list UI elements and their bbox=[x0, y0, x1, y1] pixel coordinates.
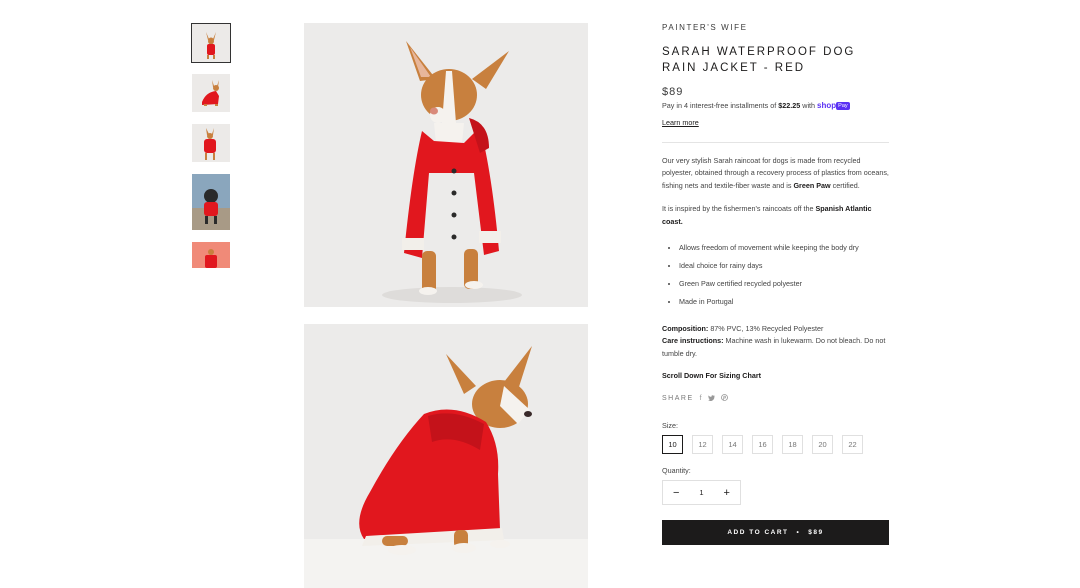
product-title: SARAH WATERPROOF DOG RAIN JACKET - RED bbox=[662, 46, 856, 74]
black-dog-outdoor-image bbox=[192, 174, 230, 230]
composition-care: Composition: 87% PVC, 13% Recycled Polye… bbox=[662, 323, 889, 360]
product-info: PAINTER'S WIFE SARAH WATERPROOF DOG RAIN… bbox=[662, 23, 889, 546]
add-to-cart-price: $89 bbox=[808, 529, 824, 537]
thumbnail-2[interactable] bbox=[191, 73, 231, 113]
feature-item: Made in Portugal bbox=[679, 293, 889, 311]
feature-item: Green Paw certified recycled polyester bbox=[679, 275, 889, 293]
size-option-14[interactable]: 14 bbox=[722, 435, 743, 455]
installments-with: with bbox=[802, 101, 816, 110]
description-paragraph-2: It is inspired by the fishermen's rainco… bbox=[662, 203, 889, 228]
description-bold: Green Paw bbox=[793, 180, 831, 190]
installments-text: Pay in 4 interest-free installments of bbox=[662, 101, 777, 110]
thumbnail-3[interactable] bbox=[191, 123, 231, 163]
divider bbox=[662, 142, 889, 143]
thumbnail-5[interactable] bbox=[191, 241, 231, 269]
installments-note: Pay in 4 interest-free installments of $… bbox=[662, 100, 889, 112]
composition-value: 87% PVC, 13% Recycled Polyester bbox=[710, 324, 824, 334]
quantity-decrease-button[interactable]: − bbox=[673, 487, 679, 499]
dog-in-red-raincoat-side-image bbox=[304, 324, 588, 588]
twitter-icon[interactable] bbox=[707, 394, 715, 403]
feature-item: Ideal choice for rainy days bbox=[679, 257, 889, 275]
shop-pay-logo: shop bbox=[817, 101, 837, 110]
description-paragraph-1: Our very stylish Sarah raincoat for dogs… bbox=[662, 155, 889, 192]
size-label: Size: bbox=[662, 421, 678, 431]
quantity-increase-button[interactable]: + bbox=[724, 487, 730, 499]
installments-amount: $22.25 bbox=[778, 101, 801, 110]
add-to-cart-button[interactable]: ADD TO CART • $89 bbox=[662, 520, 889, 546]
quantity-stepper: − 1 + bbox=[662, 480, 741, 506]
share-bar: SHARE f bbox=[662, 394, 889, 403]
size-option-18[interactable]: 18 bbox=[782, 435, 803, 455]
product-image-front[interactable] bbox=[304, 23, 588, 307]
size-option-16[interactable]: 16 bbox=[752, 435, 773, 455]
learn-more-link[interactable]: Learn more bbox=[662, 118, 699, 127]
dog-in-red-raincoat-front-image bbox=[304, 23, 588, 307]
product-image-side[interactable] bbox=[304, 324, 588, 588]
description-text: certified. bbox=[832, 180, 860, 190]
size-option-12[interactable]: 12 bbox=[692, 435, 713, 455]
quantity-value[interactable]: 1 bbox=[699, 488, 703, 497]
size-option-20[interactable]: 20 bbox=[812, 435, 833, 455]
thumbnail-4[interactable] bbox=[191, 173, 231, 231]
share-label: SHARE bbox=[662, 395, 694, 403]
size-option-10[interactable]: 10 bbox=[662, 435, 683, 455]
care-label: Care instructions: bbox=[662, 336, 724, 346]
dog-standing-image bbox=[192, 124, 230, 162]
thumbnail-gallery bbox=[191, 23, 231, 279]
feature-list: Allows freedom of movement while keeping… bbox=[662, 239, 889, 311]
quantity-label: Quantity: bbox=[662, 466, 691, 476]
product-description: Our very stylish Sarah raincoat for dogs… bbox=[662, 155, 889, 360]
dog-on-red-background-image bbox=[192, 242, 230, 268]
vendor-name[interactable]: PAINTER'S WIFE bbox=[662, 23, 889, 32]
pay-badge-icon: Pay bbox=[836, 102, 850, 110]
dog-side-image bbox=[192, 74, 230, 112]
size-options: 10 12 14 16 18 20 22 bbox=[662, 435, 889, 455]
description-text: It is inspired by the fishermen's rainco… bbox=[662, 204, 814, 214]
size-option-22[interactable]: 22 bbox=[842, 435, 863, 455]
facebook-icon[interactable]: f bbox=[700, 395, 702, 402]
product-price: $89 bbox=[662, 86, 684, 98]
add-to-cart-label: ADD TO CART bbox=[727, 529, 789, 537]
cart-separator: • bbox=[796, 529, 801, 537]
dog-sitting-front-image bbox=[192, 24, 230, 62]
pinterest-icon[interactable] bbox=[720, 394, 728, 403]
composition-label: Composition: bbox=[662, 324, 709, 334]
feature-item: Allows freedom of movement while keeping… bbox=[679, 239, 889, 257]
thumbnail-1[interactable] bbox=[191, 23, 231, 63]
sizing-chart-note: Scroll Down For Sizing Chart bbox=[662, 371, 762, 381]
